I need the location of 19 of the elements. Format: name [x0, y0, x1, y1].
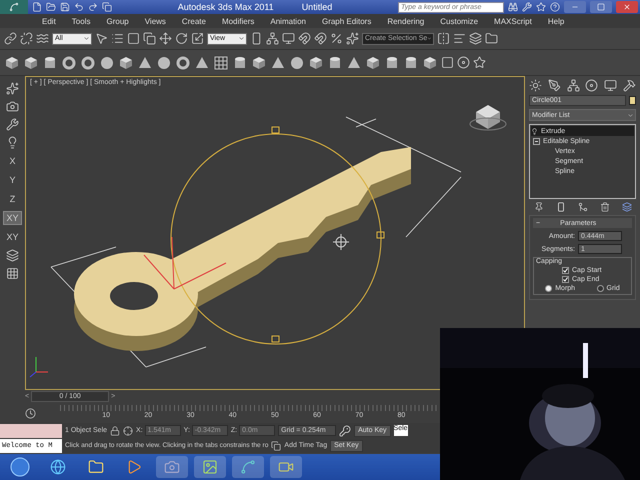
menu-item[interactable]: Modifiers	[214, 16, 262, 26]
menu-item[interactable]: Views	[136, 16, 174, 26]
menu-item[interactable]: MAXScript	[486, 16, 540, 26]
app-title: Autodesk 3ds Max 2011	[178, 2, 274, 12]
menu-item[interactable]: Animation	[262, 16, 314, 26]
menu-item[interactable]: Tools	[64, 16, 98, 26]
axis-constraint-button[interactable]: XY	[3, 211, 22, 225]
menu-item[interactable]: Customize	[432, 16, 486, 26]
axis-constraint-button[interactable]: Z	[6, 192, 18, 206]
document-title: Untitled	[302, 2, 332, 12]
menu-item[interactable]: Group	[98, 16, 137, 26]
menu-item[interactable]: Edit	[34, 16, 64, 26]
menu-item[interactable]: Create	[174, 16, 214, 26]
menu-item[interactable]: Rendering	[379, 16, 432, 26]
menu-item[interactable]: Graph Editors	[314, 16, 380, 26]
axis-constraint-button[interactable]: XY	[3, 230, 22, 244]
axis-constraint-button[interactable]: Y	[6, 173, 18, 187]
axis-constraint-button[interactable]: X	[6, 154, 18, 168]
menu-item[interactable]: Help	[540, 16, 572, 26]
